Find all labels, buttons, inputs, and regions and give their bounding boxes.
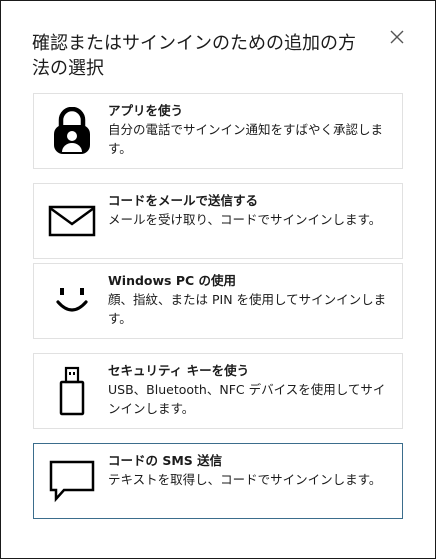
option-description: 顔、指紋、または PIN を使用してサインインします。 [108,292,387,326]
dialog-title: 確認またはサインインのための追加の方法の選択 [32,33,356,79]
option-title: Windows PC の使用 [108,273,237,288]
option-windows-pc[interactable]: Windows PC の使用 顔、指紋、または PIN を使用してサインインしま… [33,263,403,339]
option-security-key[interactable]: セキュリティ キーを使う USB、Bluetooth、NFC デバイスを使用して… [33,353,403,429]
option-sms-code[interactable]: コードの SMS 送信 テキストを取得し、コードでサインインします。 [33,443,403,519]
option-title: コードをメールで送信する [108,193,259,208]
smiley-face-icon [46,264,98,338]
close-icon [390,30,404,44]
option-description: テキストを取得し、コードでサインインします。 [108,472,382,487]
option-use-app[interactable]: アプリを使う 自分の電話でサインイン通知をすばやく承認します。 [33,93,403,169]
option-description: 自分の電話でサインイン通知をすばやく承認します。 [108,122,384,156]
envelope-icon [46,184,98,258]
option-title: アプリを使う [108,103,184,118]
chat-bubble-icon [46,444,98,518]
option-description: メールを受け取り、コードでサインインします。 [108,212,382,227]
option-email-code[interactable]: コードをメールで送信する メールを受け取り、コードでサインインします。 [33,183,403,259]
usb-key-icon [46,354,98,428]
sign-in-method-dialog: 確認またはサインインのための追加の方法の選択 アプリを使う 自分の電話でサインイ… [0,0,436,559]
option-title: セキュリティ キーを使う [108,363,250,378]
authenticator-lock-icon [46,94,98,168]
close-button[interactable] [386,26,408,48]
option-description: USB、Bluetooth、NFC デバイスを使用してサインインします。 [108,382,386,416]
option-title: コードの SMS 送信 [108,453,223,468]
